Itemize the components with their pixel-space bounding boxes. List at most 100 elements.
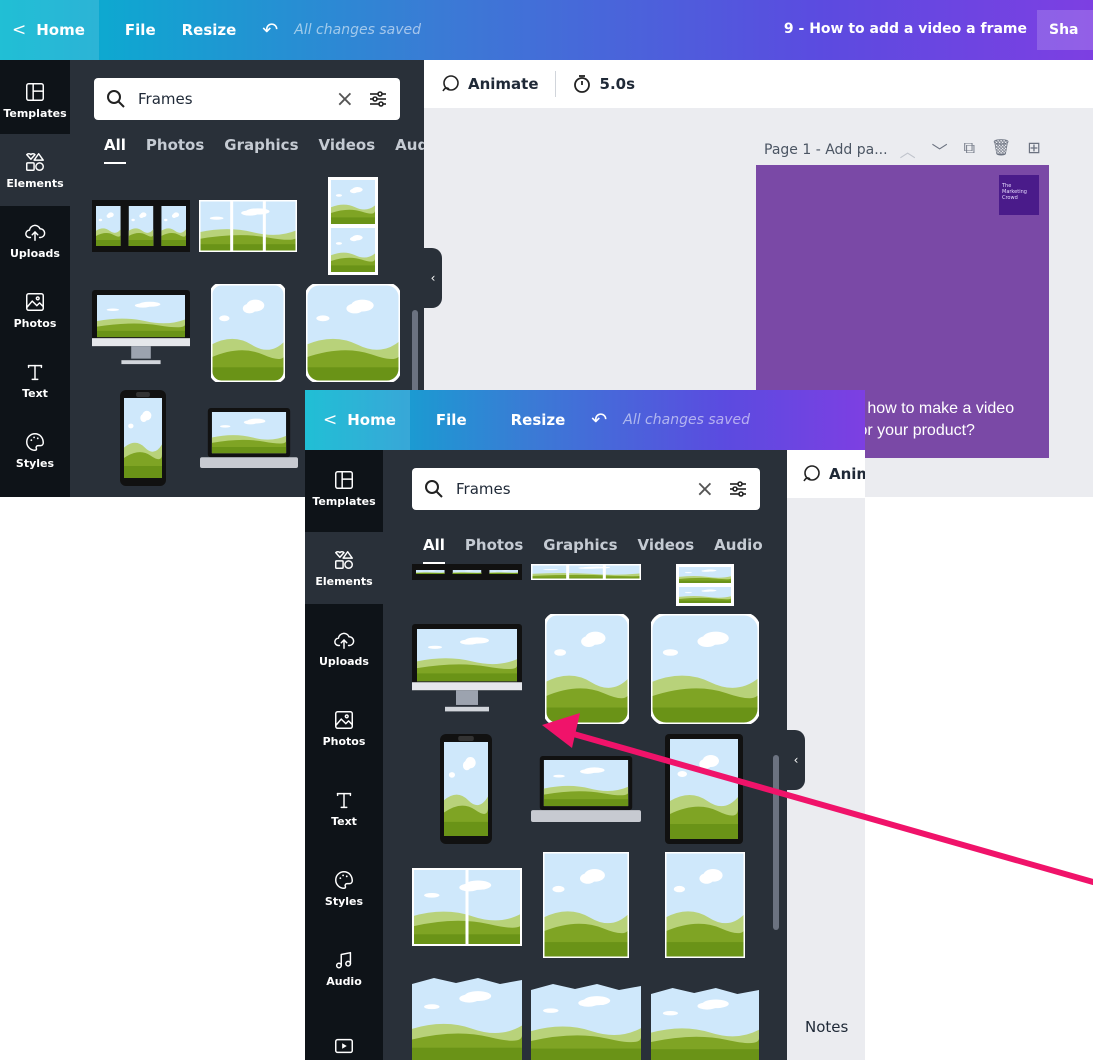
frame-filmstrip[interactable] (92, 200, 190, 252)
frame-smartphone[interactable] (120, 390, 166, 486)
duplicate-page-icon[interactable]: ⧉ (964, 138, 975, 162)
rail-item-videos[interactable] (305, 1012, 383, 1060)
frame-desktop-monitor[interactable] (412, 624, 522, 716)
frame-three-panel[interactable] (531, 564, 641, 580)
search-box[interactable]: Frames × (94, 78, 400, 120)
rail-item-uploads[interactable]: Uploads (0, 204, 70, 276)
tab-all[interactable]: All (423, 536, 445, 564)
clear-icon[interactable]: × (336, 87, 354, 112)
home-button[interactable]: < Home (0, 0, 99, 60)
rail-item-text[interactable]: Text (0, 344, 70, 416)
trash-icon[interactable]: 🗑 (991, 138, 1011, 162)
palette-icon (26, 432, 44, 451)
undo-icon[interactable]: ↶ (591, 409, 607, 431)
undo-icon[interactable]: ↶ (262, 19, 278, 41)
resize-button[interactable]: Resize (511, 411, 566, 429)
elements-panel: Frames × All Photos Graphics Videos Audio (383, 450, 787, 1060)
animate-button[interactable]: Animate (801, 464, 865, 484)
search-box[interactable]: Frames × (412, 468, 760, 510)
panel-scrollbar[interactable] (773, 755, 779, 930)
clear-icon[interactable]: × (696, 477, 714, 502)
canvas-text[interactable]: n how to make a video for your product? (854, 398, 1014, 442)
rail-item-templates[interactable]: Templates (0, 64, 70, 136)
rail-item-styles[interactable]: Styles (305, 852, 383, 924)
screenshot-front: < Home File Resize ↶ All changes saved T… (305, 390, 865, 1060)
search-input[interactable]: Frames (138, 90, 336, 108)
frame-book-cover[interactable] (543, 852, 629, 958)
rail-item-elements[interactable]: Elements (0, 134, 70, 206)
frame-portrait-rounded[interactable] (211, 284, 285, 382)
tab-all[interactable]: All (104, 136, 126, 164)
rail-item-text[interactable]: Text (305, 772, 383, 844)
frame-vertical-stack-image (328, 177, 378, 275)
frame-torn-paper-image (412, 978, 522, 1060)
frame-tablet[interactable] (665, 734, 743, 844)
animate-button[interactable]: Animate (440, 74, 539, 94)
frame-portrait-print[interactable] (665, 852, 745, 958)
rail-item-templates[interactable]: Templates (305, 452, 383, 524)
tab-graphics[interactable]: Graphics (224, 136, 298, 154)
rail-item-label: Templates (3, 106, 67, 120)
file-menu[interactable]: File (125, 21, 156, 39)
tab-videos[interactable]: Videos (319, 136, 376, 154)
tab-videos[interactable]: Videos (638, 536, 695, 554)
frame-desktop-monitor[interactable] (92, 290, 190, 368)
rail-item-label: Elements (315, 574, 373, 588)
tab-photos[interactable]: Photos (465, 536, 523, 554)
cloud-upload-icon (334, 632, 355, 649)
rail-item-photos[interactable]: Photos (0, 274, 70, 346)
top-bar: < Home File Resize ↶ All changes saved 9… (0, 0, 1093, 60)
rail-item-label: Styles (15, 456, 55, 470)
resize-button[interactable]: Resize (182, 21, 237, 39)
share-button[interactable]: Sha (1037, 10, 1093, 50)
frame-vertical-stack[interactable] (328, 177, 378, 275)
animate-label: Animate (468, 75, 539, 93)
frame-three-panel[interactable] (199, 200, 297, 252)
frame-vertical-stack[interactable] (676, 564, 734, 606)
frame-portrait-rounded[interactable] (545, 614, 629, 724)
search-input[interactable]: Frames (456, 480, 696, 498)
animate-label: Animate (829, 465, 865, 483)
collapse-panel-button[interactable]: ‹ (787, 730, 805, 790)
tab-photos[interactable]: Photos (146, 136, 204, 154)
tab-graphics[interactable]: Graphics (543, 536, 617, 554)
collapse-panel-button[interactable]: ‹ (424, 248, 442, 308)
add-page-icon[interactable]: ⊞ (1027, 138, 1040, 162)
frame-laptop[interactable] (531, 756, 641, 822)
brand-logo[interactable]: The Marketing Crowd (999, 175, 1039, 215)
tab-audio[interactable]: Audio (714, 536, 762, 554)
frame-filmstrip[interactable] (412, 564, 522, 580)
page-label[interactable]: Page 1 - Add pa... (764, 142, 888, 158)
frame-smartphone[interactable] (440, 734, 492, 844)
duration-button[interactable]: 5.0s (572, 74, 635, 94)
file-menu[interactable]: File (436, 411, 467, 429)
filter-icon[interactable] (728, 479, 748, 499)
chevron-up-icon[interactable]: ︿ (900, 138, 916, 162)
tab-audio[interactable]: Audio (395, 136, 424, 154)
frame-square-rounded-image (306, 284, 400, 382)
frame-laptop[interactable] (200, 408, 298, 468)
side-rail: Templates Elements Uploads Photos Text Styles… (305, 450, 383, 1060)
rail-item-photos[interactable]: Photos (305, 692, 383, 764)
frame-square-rounded[interactable] (651, 614, 759, 724)
chevron-down-icon[interactable]: ﹀ (932, 138, 948, 162)
frame-portrait-rounded-image (545, 614, 629, 724)
rail-item-styles[interactable]: Styles (0, 414, 70, 486)
frame-open-book[interactable] (412, 868, 522, 946)
frame-brush-stroke[interactable] (651, 988, 759, 1060)
frame-square-rounded[interactable] (306, 284, 400, 382)
rail-item-audio[interactable]: Audio (305, 932, 383, 1004)
templates-icon (335, 470, 353, 489)
home-label: Home (347, 411, 396, 429)
filter-icon[interactable] (368, 89, 388, 109)
rail-item-uploads[interactable]: Uploads (305, 612, 383, 684)
notes-button[interactable]: Notes (805, 1018, 848, 1036)
frame-torn-paper[interactable] (412, 978, 522, 1060)
frame-torn-paper-2[interactable] (531, 984, 641, 1060)
home-button[interactable]: < Home (305, 390, 410, 450)
rail-item-elements[interactable]: Elements (305, 532, 383, 604)
music-icon (335, 951, 352, 969)
frame-three-panel-image (531, 564, 641, 580)
frame-desktop-monitor-image (92, 290, 190, 365)
document-title[interactable]: 9 - How to add a video a frame (784, 21, 1027, 37)
